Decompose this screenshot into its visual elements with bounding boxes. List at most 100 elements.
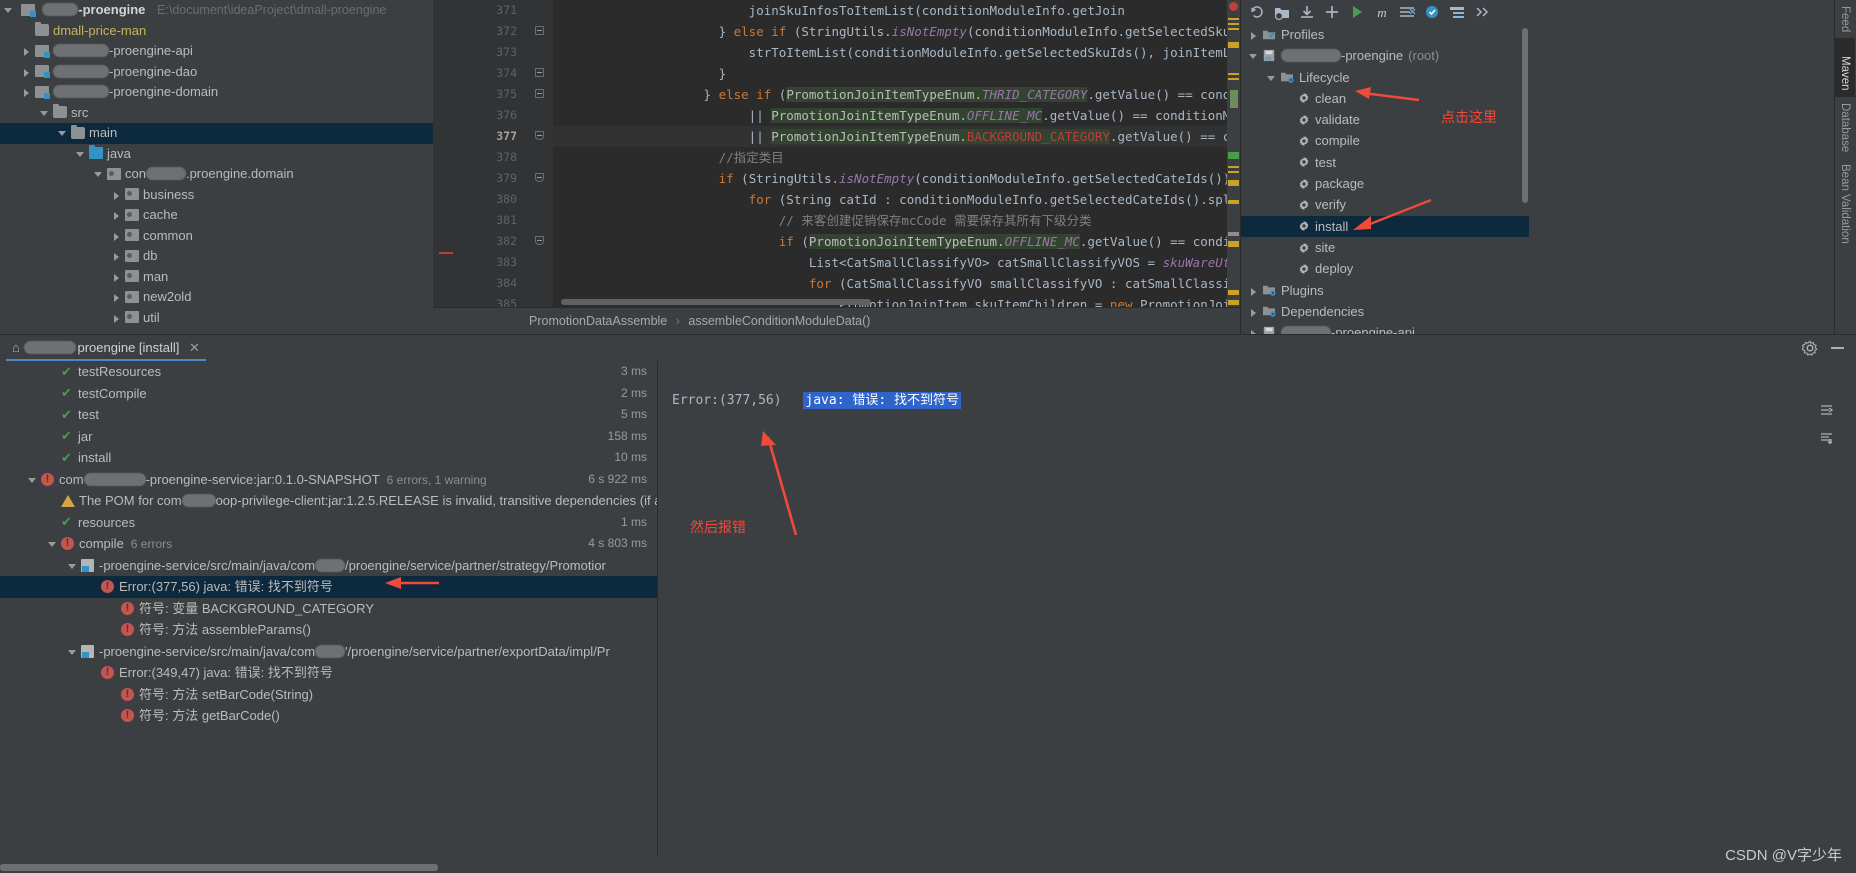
code-line[interactable]: strToItemList(conditionModuleInfo.getSel… [553,42,1240,63]
maven-item-package[interactable]: package [1241,173,1529,194]
project-tree-item-main[interactable]: main [0,123,433,144]
build-tabbar[interactable]: ⌂ proengine [install] ✕ [0,335,1856,361]
info-stripe-marker[interactable] [1228,232,1239,236]
build-detail-sidebar[interactable] [1817,361,1837,856]
warning-stripe-marker[interactable] [1228,28,1239,30]
editor-code-area[interactable]: joinSkuInfosToItemList(conditionModuleIn… [553,0,1240,307]
warning-stripe-marker[interactable] [1228,241,1239,247]
chevron-down-icon[interactable] [94,169,105,180]
warning-stripe-marker[interactable] [1228,18,1239,20]
build-row[interactable]: Error:(349,47) java: 错误: 找不到符号 [0,662,657,684]
tab-database[interactable]: Database [1835,97,1855,158]
fold-box[interactable] [535,89,544,98]
download-sources-icon[interactable] [1296,2,1318,22]
add-icon[interactable] [1321,2,1343,22]
warning-stripe-marker[interactable] [1228,180,1239,186]
chevron-down-icon[interactable] [1249,51,1260,62]
chevron-right-icon[interactable] [112,272,123,283]
maven-item-dependencies[interactable]: Dependencies [1241,301,1529,322]
warning-stripe-marker[interactable] [1228,73,1239,75]
generate-sources-icon[interactable] [1271,2,1293,22]
fold-box[interactable] [535,131,544,140]
project-tree-item--proengine-dao[interactable]: -proengine-dao [0,62,433,83]
maven-scrollbar[interactable] [1522,28,1528,203]
warning-stripe-marker[interactable] [1228,42,1239,48]
editor-fold-column[interactable] [531,0,553,307]
chevron-down-icon[interactable] [48,539,59,550]
project-tree-item--proengine-domain[interactable]: -proengine-domain [0,82,433,103]
line-number-384[interactable]: 384 [457,273,531,294]
chevron-down-icon[interactable] [68,647,79,658]
line-number-375[interactable]: 375 [457,84,531,105]
chevron-down-icon[interactable] [4,5,15,16]
error-stripe-marker[interactable] [1229,2,1238,11]
line-number-374[interactable]: 374 [457,63,531,84]
warning-stripe-marker[interactable] [1228,78,1239,80]
code-line[interactable]: if (StringUtils.isNotEmpty(conditionModu… [553,168,1240,189]
toggle-soft-wrap-icon[interactable] [1819,403,1834,418]
maven-item-site[interactable]: site [1241,237,1529,258]
build-row[interactable]: -proengine-service/src/main/java/com/pro… [0,555,657,577]
build-row[interactable]: ✔ testResources 3 ms [0,361,657,383]
code-line[interactable]: if (PromotionJoinItemTypeEnum.OFFLINE_MC… [553,231,1240,252]
chevron-right-icon[interactable] [1249,307,1260,318]
project-tree-item-con[interactable]: con .proengine.domain [0,164,433,185]
project-tree-item-src[interactable]: src [0,103,433,124]
project-tree-item-business[interactable]: business [0,185,433,206]
tab-bean-validation[interactable]: Bean Validation [1835,158,1855,250]
breadcrumb-class[interactable]: PromotionDataAssemble [529,314,667,328]
editor-gutter[interactable]: 371 372 373 374 375 376 377 378 379 380 381 382 383 3… [457,0,531,307]
code-line[interactable]: for (CatSmallClassifyVO smallClassifyVO … [553,273,1240,294]
maven-toolbar[interactable]: m [1241,0,1541,24]
fold-toggle-icon[interactable] [531,231,553,252]
code-editor[interactable]: 371 372 373 374 375 376 377 378 379 380 381 382 383 3… [433,0,1240,307]
toggle-skip-tests-icon[interactable] [1396,2,1418,22]
maven-m-icon[interactable]: m [1371,2,1393,22]
line-number-371[interactable]: 371 [457,0,531,21]
chevron-down-icon[interactable] [76,149,87,160]
maven-item-profiles[interactable]: Profiles [1241,24,1529,45]
project-tree-item--proengine-api[interactable]: -proengine-api [0,41,433,62]
vcs-change-marker[interactable] [1230,90,1238,108]
build-tool-window[interactable]: ⌂ proengine [install] ✕ ✔ testResources 3 … [0,334,1856,873]
run-icon[interactable] [1346,2,1368,22]
build-tab-install[interactable]: ⌂ proengine [install] ✕ [6,335,206,361]
fold-box[interactable] [535,236,544,245]
code-line[interactable]: // 来客创建促销保存mcCode 需要保存其所有下级分类 [553,210,1240,231]
fold-toggle-icon[interactable] [531,63,553,84]
code-line[interactable]: } else if (StringUtils.isNotEmpty(condit… [553,21,1240,42]
chevron-right-icon[interactable] [1249,30,1260,41]
build-row[interactable]: The POM for com oop-privilege-client:jar:… [0,490,657,512]
maven-tree-rows[interactable]: Profiles m -proengine (root) Lifecycle clean v… [1241,24,1529,334]
build-row[interactable]: 符号: 方法 setBarCode(String) [0,684,657,706]
project-tree-item-man[interactable]: man [0,267,433,288]
maven-item--proengine[interactable]: m -proengine (root) [1241,45,1529,66]
build-row[interactable]: compile 6 errors 4 s 803 ms [0,533,657,555]
maven-item-compile[interactable]: compile [1241,130,1529,151]
code-line[interactable]: || PromotionJoinItemTypeEnum.BACKGROUND_… [553,126,1240,147]
code-line[interactable]: //指定类目 [553,147,1240,168]
project-tree-item-java[interactable]: java [0,144,433,165]
build-row[interactable]: ✔ install 10 ms [0,447,657,469]
maven-item--proengine-api[interactable]: m -proengine-api [1241,322,1529,334]
chevron-right-icon[interactable] [112,210,123,221]
minimize-icon[interactable] [1831,347,1844,349]
gear-icon[interactable] [1802,340,1818,356]
editor-scroll-markers[interactable] [1227,0,1240,307]
warning-stripe-marker[interactable] [1228,166,1239,168]
tab-maven[interactable]: Maven [1835,38,1855,97]
build-row[interactable]: 符号: 变量 BACKGROUND_CATEGORY [0,598,657,620]
build-tree[interactable]: ✔ testResources 3 ms ✔ testCompile 2 ms ✔ test 5… [0,361,657,856]
chevron-right-icon[interactable] [22,87,33,98]
line-number-373[interactable]: 373 [457,42,531,63]
chevron-down-icon[interactable] [58,128,69,139]
chevron-down-icon[interactable] [28,475,39,486]
build-row[interactable]: ✔ test 5 ms [0,404,657,426]
line-number-381[interactable]: 381 [457,210,531,231]
code-line[interactable]: } [553,63,1240,84]
chevron-right-icon[interactable] [112,292,123,303]
warning-stripe-marker[interactable] [1228,200,1239,204]
build-row[interactable]: 符号: 方法 assembleParams() [0,619,657,641]
chevron-right-icon[interactable] [112,251,123,262]
fold-toggle-icon[interactable] [531,168,553,189]
